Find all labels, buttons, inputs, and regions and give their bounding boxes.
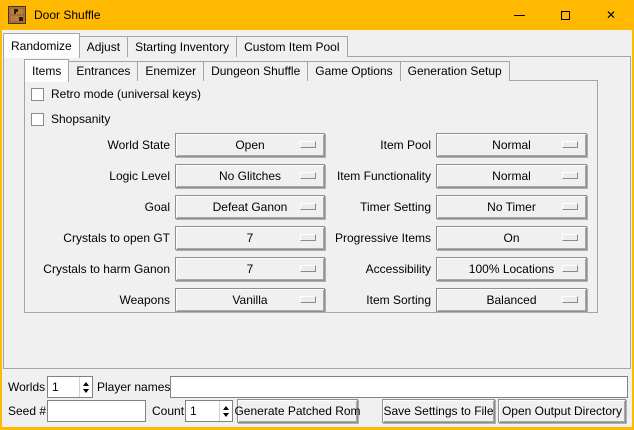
open-output-directory-button[interactable]: Open Output Directory bbox=[498, 399, 626, 423]
tab-custom-item-pool[interactable]: Custom Item Pool bbox=[236, 36, 347, 57]
crystals-open-gt-label: Crystals to open GT bbox=[26, 226, 170, 250]
tab-adjust[interactable]: Adjust bbox=[79, 36, 128, 57]
worlds-label: Worlds bbox=[8, 376, 45, 398]
save-settings-button[interactable]: Save Settings to File bbox=[382, 399, 495, 423]
tab-game-options[interactable]: Game Options bbox=[307, 61, 400, 81]
worlds-spinner bbox=[47, 376, 93, 398]
shopsanity-row: Shopsanity bbox=[31, 112, 110, 126]
tab-entrances[interactable]: Entrances bbox=[68, 61, 138, 81]
close-button[interactable]: ✕ bbox=[588, 0, 634, 30]
accessibility-dropdown[interactable]: 100% Locations bbox=[436, 257, 587, 281]
item-pool-dropdown[interactable]: Normal bbox=[436, 133, 587, 157]
worlds-spinner-arrows[interactable] bbox=[79, 377, 92, 397]
shopsanity-checkbox[interactable] bbox=[31, 113, 44, 126]
item-pool-label: Item Pool bbox=[298, 133, 431, 157]
dropdown-indicator-icon bbox=[562, 296, 578, 303]
minimize-button[interactable] bbox=[496, 0, 542, 30]
tab-randomize[interactable]: Randomize bbox=[3, 33, 80, 58]
count-spinner-arrows[interactable] bbox=[219, 401, 232, 421]
window-title: Door Shuffle bbox=[34, 8, 101, 22]
logic-level-label: Logic Level bbox=[26, 164, 170, 188]
maximize-button[interactable] bbox=[542, 0, 588, 30]
tab-dungeon-shuffle[interactable]: Dungeon Shuffle bbox=[203, 61, 308, 81]
seed-label: Seed # bbox=[8, 399, 46, 423]
retro-mode-row: Retro mode (universal keys) bbox=[31, 87, 201, 101]
spin-up-icon bbox=[83, 382, 89, 386]
tab-enemizer[interactable]: Enemizer bbox=[137, 61, 204, 81]
shopsanity-label: Shopsanity bbox=[51, 112, 110, 126]
main-tab-bar: Randomize Adjust Starting Inventory Cust… bbox=[3, 32, 347, 57]
tab-starting-inventory[interactable]: Starting Inventory bbox=[127, 36, 237, 57]
dropdown-indicator-icon bbox=[562, 141, 578, 148]
count-label: Count bbox=[152, 399, 184, 423]
count-spinner bbox=[185, 400, 233, 422]
item-functionality-dropdown[interactable]: Normal bbox=[436, 164, 587, 188]
crystals-harm-ganon-label: Crystals to harm Ganon bbox=[26, 257, 170, 281]
tab-generation-setup[interactable]: Generation Setup bbox=[400, 61, 510, 81]
worlds-input[interactable] bbox=[48, 377, 79, 397]
dropdown-indicator-icon bbox=[562, 265, 578, 272]
item-functionality-label: Item Functionality bbox=[298, 164, 431, 188]
count-input[interactable] bbox=[186, 401, 219, 421]
sub-tab-bar: Items Entrances Enemizer Dungeon Shuffle… bbox=[24, 58, 509, 81]
progressive-items-dropdown[interactable]: On bbox=[436, 226, 587, 250]
item-sorting-dropdown[interactable]: Balanced bbox=[436, 288, 587, 312]
seed-input[interactable] bbox=[47, 400, 146, 422]
door-icon bbox=[8, 6, 26, 24]
tab-items[interactable]: Items bbox=[24, 59, 69, 82]
window-body: Randomize Adjust Starting Inventory Cust… bbox=[2, 30, 632, 427]
world-state-label: World State bbox=[26, 133, 170, 157]
spin-down-icon bbox=[223, 413, 229, 417]
app-window: Door Shuffle ✕ Randomize Adjust Starting… bbox=[0, 0, 634, 430]
titlebar: Door Shuffle ✕ bbox=[0, 0, 634, 30]
maximize-icon bbox=[561, 11, 570, 20]
item-sorting-label: Item Sorting bbox=[298, 288, 431, 312]
weapons-label: Weapons bbox=[26, 288, 170, 312]
timer-setting-dropdown[interactable]: No Timer bbox=[436, 195, 587, 219]
minimize-icon bbox=[514, 15, 525, 16]
retro-mode-checkbox[interactable] bbox=[31, 88, 44, 101]
spin-down-icon bbox=[83, 389, 89, 393]
dropdown-indicator-icon bbox=[562, 234, 578, 241]
progressive-items-label: Progressive Items bbox=[298, 226, 431, 250]
dropdown-indicator-icon bbox=[562, 203, 578, 210]
player-names-input[interactable] bbox=[170, 376, 628, 398]
timer-setting-label: Timer Setting bbox=[298, 195, 431, 219]
goal-label: Goal bbox=[26, 195, 170, 219]
generate-patched-rom-button[interactable]: Generate Patched Rom bbox=[237, 399, 358, 423]
retro-mode-label: Retro mode (universal keys) bbox=[51, 87, 201, 101]
close-icon: ✕ bbox=[606, 9, 616, 21]
player-names-label: Player names bbox=[97, 376, 170, 398]
accessibility-label: Accessibility bbox=[298, 257, 431, 281]
spin-up-icon bbox=[223, 406, 229, 410]
window-controls: ✕ bbox=[496, 0, 634, 30]
dropdown-indicator-icon bbox=[562, 172, 578, 179]
